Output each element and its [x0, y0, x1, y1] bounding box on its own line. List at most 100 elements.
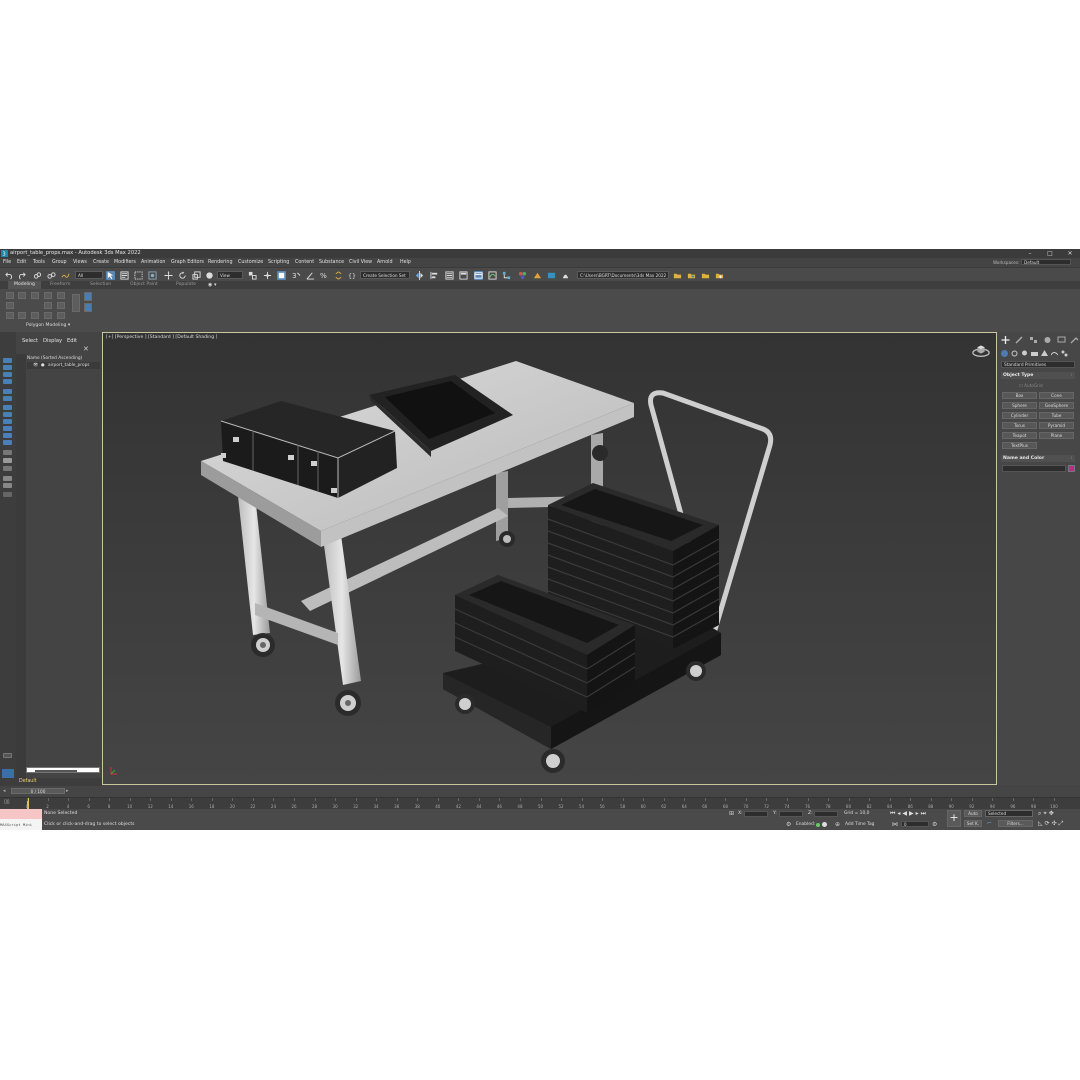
box-button[interactable]: Box — [1002, 392, 1037, 399]
time-slider[interactable]: 0 / 100 — [11, 788, 65, 794]
scene-tab-display[interactable]: Display — [43, 338, 62, 344]
y-coordinate-input[interactable] — [779, 811, 803, 817]
sync-selection-icon[interactable] — [3, 492, 12, 497]
menu-help[interactable]: Help — [400, 260, 411, 265]
menu-rendering[interactable]: Rendering — [208, 260, 233, 265]
layer-icon[interactable] — [3, 358, 12, 363]
project-folder-path[interactable]: C:\Users\BGRT\Documents\3ds Max 2022 — [577, 271, 669, 279]
bind-space-warp-icon[interactable] — [61, 271, 70, 280]
tab-modeling[interactable]: Modeling — [8, 281, 41, 289]
group-filter-icon[interactable] — [3, 412, 12, 417]
visibility-eye-icon[interactable]: 👁 — [33, 363, 38, 368]
menu-content[interactable]: Content — [295, 260, 314, 265]
menu-animation[interactable]: Animation — [141, 260, 165, 265]
name-and-color-rollout[interactable]: Name and Color ⁝ — [1001, 455, 1075, 462]
tab-freeform[interactable]: Freeform — [44, 281, 76, 289]
maxscript-mini-input[interactable]: MAXScript Mini — [0, 819, 42, 830]
scene-column-header[interactable]: Name (Sorted Ascending) — [27, 356, 82, 361]
teapot-button[interactable]: Teapot — [1002, 432, 1037, 439]
menu-civil-view[interactable]: Civil View — [349, 260, 372, 265]
menu-views[interactable]: Views — [73, 260, 87, 265]
auto-key-button[interactable]: Auto — [964, 810, 982, 817]
ribbon-tool-icon[interactable] — [44, 302, 52, 309]
tab-selection[interactable]: Selection — [84, 281, 117, 289]
display-none-icon[interactable] — [3, 458, 12, 463]
time-slider-next-icon[interactable]: ▸ — [66, 788, 69, 794]
track-bar-toggle-icon[interactable]: ▯▯ — [4, 799, 10, 805]
ribbon-tool-icon[interactable] — [44, 292, 52, 299]
rotate-icon[interactable] — [178, 271, 187, 280]
utilities-tab-icon[interactable] — [1070, 336, 1079, 344]
autogrid-checkbox[interactable]: ☐ AutoGrid — [1019, 383, 1043, 388]
geosphere-button[interactable]: GeoSphere — [1039, 402, 1074, 409]
time-configuration-icon[interactable]: ⚙ — [932, 821, 937, 828]
isolate-selection-icon[interactable]: ⚙ — [786, 821, 791, 828]
light-filter-icon[interactable] — [3, 379, 12, 384]
tab-populate[interactable]: Populate — [170, 281, 202, 289]
maxscript-output[interactable] — [0, 809, 42, 819]
undo-icon[interactable] — [5, 271, 14, 280]
object-name-input[interactable] — [1002, 465, 1066, 472]
pyramid-button[interactable]: Pyramid — [1039, 422, 1074, 429]
x-coordinate-input[interactable] — [744, 811, 768, 817]
ribbon-tool-icon[interactable] — [84, 303, 92, 312]
redo-icon[interactable] — [17, 271, 26, 280]
key-filter-dropdown[interactable]: Selected — [985, 810, 1033, 817]
playback-controls[interactable]: ⏮◂◀▶▸⏭ — [890, 810, 928, 818]
add-time-tag-label[interactable]: Add Time Tag — [845, 822, 874, 827]
set-key-button[interactable]: Set K. — [964, 820, 982, 827]
ribbon-tool-icon[interactable] — [18, 292, 26, 299]
window-crossing-icon[interactable] — [148, 271, 157, 280]
menu-graph-editors[interactable]: Graph Editors — [171, 260, 204, 265]
snaps-toggle-icon[interactable]: 3 — [292, 271, 301, 280]
pivot-center-icon[interactable] — [248, 271, 257, 280]
cameras-category-icon[interactable] — [1031, 350, 1038, 357]
project-folder-icon[interactable] — [687, 271, 696, 280]
ribbon-panel-label[interactable]: Polygon Modeling ▾ — [26, 323, 70, 328]
scene-list-item[interactable]: 👁 ● airport_table_props — [27, 362, 100, 369]
lights-category-icon[interactable] — [1021, 350, 1028, 357]
scene-explorer-close-icon[interactable]: ✕ — [83, 345, 89, 353]
ribbon-tool-icon[interactable] — [57, 312, 65, 319]
rollout-menu-icon[interactable]: ⁝ — [1071, 455, 1072, 462]
enabled-indicator[interactable] — [816, 823, 820, 827]
find-icon[interactable] — [3, 483, 12, 488]
ribbon-tool-icon[interactable] — [84, 292, 92, 301]
ribbon-tool-icon[interactable] — [6, 312, 14, 319]
time-tag-icon[interactable] — [822, 822, 827, 827]
motion-tab-icon[interactable] — [1043, 336, 1052, 344]
z-coordinate-input[interactable] — [814, 811, 838, 817]
spacewarp-filter-icon[interactable] — [3, 405, 12, 410]
key-filters-button[interactable]: Filters... — [998, 820, 1033, 827]
menu-edit[interactable]: Edit — [17, 260, 26, 265]
xref-filter-icon[interactable] — [3, 419, 12, 424]
ribbon-tool-icon[interactable] — [31, 312, 39, 319]
tube-button[interactable]: Tube — [1039, 412, 1074, 419]
toggle-ribbon-icon[interactable] — [474, 271, 483, 280]
edit-named-selection-icon[interactable]: {} — [348, 271, 357, 280]
menu-substance[interactable]: Substance — [319, 260, 344, 265]
reference-coordinate-dropdown[interactable]: View — [217, 271, 243, 279]
rectangular-selection-icon[interactable] — [134, 271, 143, 280]
add-time-tag-icon[interactable]: ⊕ — [835, 821, 840, 828]
curve-editor-icon[interactable] — [488, 271, 497, 280]
ribbon-tool-icon[interactable] — [18, 312, 26, 319]
viewcube-icon[interactable] — [972, 341, 990, 359]
ribbon-tool-icon[interactable] — [31, 292, 39, 299]
workspaces-dropdown[interactable]: Default — [1021, 259, 1071, 265]
textplus-button[interactable]: TextPlus — [1002, 442, 1037, 449]
scene-tab-select[interactable]: Select — [22, 338, 38, 344]
scene-tab-edit[interactable]: Edit — [67, 338, 77, 344]
object-type-rollout[interactable]: Object Type ⁝ — [1001, 372, 1075, 379]
key-tangent-icon[interactable]: ⌐ — [987, 820, 992, 827]
primitive-category-dropdown[interactable]: Standard Primitives — [1001, 361, 1075, 368]
menu-tools[interactable]: Tools — [33, 260, 45, 265]
display-tab-icon[interactable] — [1057, 336, 1066, 344]
menu-customize[interactable]: Customize — [238, 260, 263, 265]
maximize-button[interactable]: □ — [1040, 249, 1060, 258]
invert-display-icon[interactable] — [3, 466, 12, 471]
minimize-button[interactable]: – — [1020, 249, 1040, 258]
unlink-icon[interactable] — [47, 271, 56, 280]
layer-bar[interactable]: Default — [0, 778, 102, 786]
keyboard-shortcut-override-icon[interactable] — [277, 271, 286, 280]
